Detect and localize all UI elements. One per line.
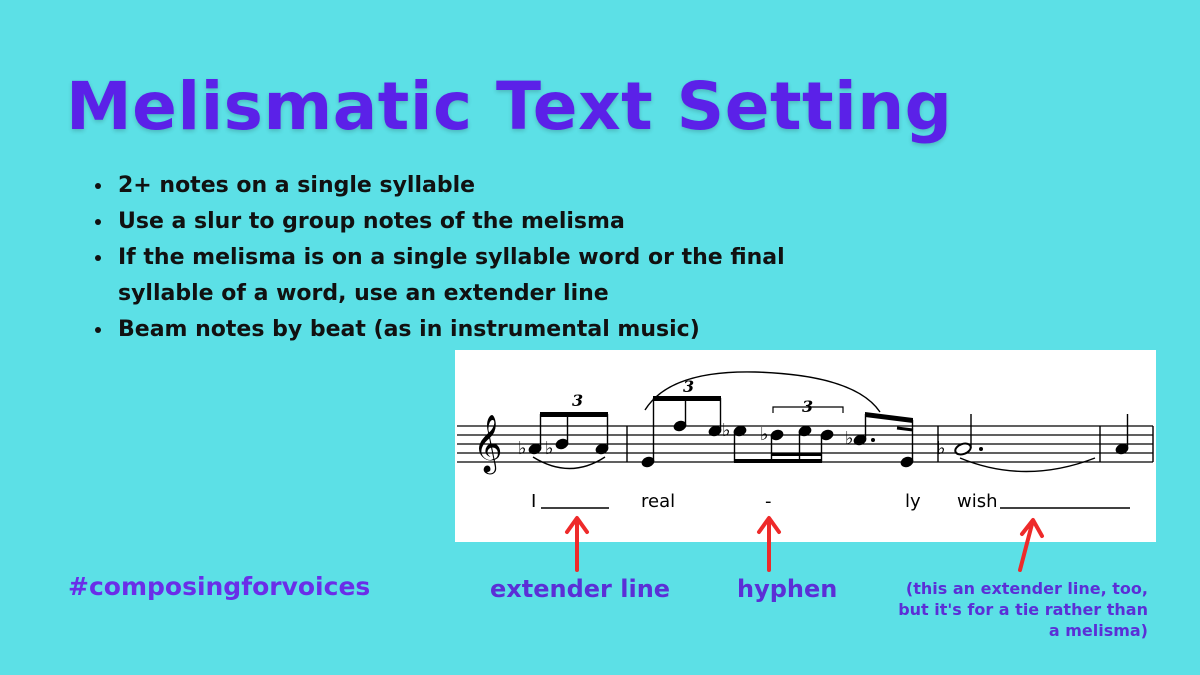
arrow-icon	[757, 516, 781, 572]
arrow-icon	[1018, 518, 1044, 572]
bullet-item: 2+ notes on a single syllable	[114, 168, 834, 204]
svg-text:♭: ♭	[518, 438, 527, 459]
tuplet-number: 3	[683, 377, 694, 396]
lyric-hyphen: -	[765, 491, 772, 512]
slide-title: Melismatic Text Setting	[66, 68, 953, 145]
lyric-word: I	[531, 491, 536, 512]
bullet-item: Beam notes by beat (as in instrumental m…	[114, 312, 834, 348]
lyric-word: real	[641, 491, 675, 512]
svg-text:♭: ♭	[845, 428, 854, 449]
treble-clef-icon: 𝄞	[473, 414, 503, 475]
svg-text:♭: ♭	[760, 424, 769, 445]
lyric-word: wish	[957, 491, 998, 512]
lyric-word: ly	[905, 491, 921, 512]
svg-text:♭: ♭	[937, 438, 946, 459]
bullet-list: 2+ notes on a single syllable Use a slur…	[88, 168, 834, 348]
tie-note-label: (this an extender line, too, but it's fo…	[898, 579, 1148, 640]
lyrics: I real - ly wish	[531, 491, 1130, 512]
music-notation: 𝄞 ♭ ♭ 3 ♭ ♭ ♭ 3 3 ♭ I real - ly wish	[457, 371, 1154, 512]
bullet-item: Use a slur to group notes of the melisma	[114, 204, 834, 240]
tuplet-number: 3	[572, 391, 583, 410]
tuplet-number: 3	[802, 397, 813, 416]
svg-text:♭: ♭	[545, 438, 554, 459]
measure-1-notes: ♭ ♭	[518, 412, 609, 470]
hashtag: #composingforvoices	[68, 572, 371, 601]
extender-line-label: extender line	[490, 575, 671, 603]
measure-2-notes: ♭ ♭ ♭	[641, 371, 914, 468]
arrow-icon	[565, 516, 589, 572]
bullet-item: If the melisma is on a single syllable w…	[114, 240, 834, 312]
music-score-image: 𝄞 ♭ ♭ 3 ♭ ♭ ♭ 3 3 ♭ I real - ly wish	[455, 350, 1156, 542]
svg-text:♭: ♭	[722, 420, 731, 441]
hyphen-label: hyphen	[737, 575, 838, 603]
